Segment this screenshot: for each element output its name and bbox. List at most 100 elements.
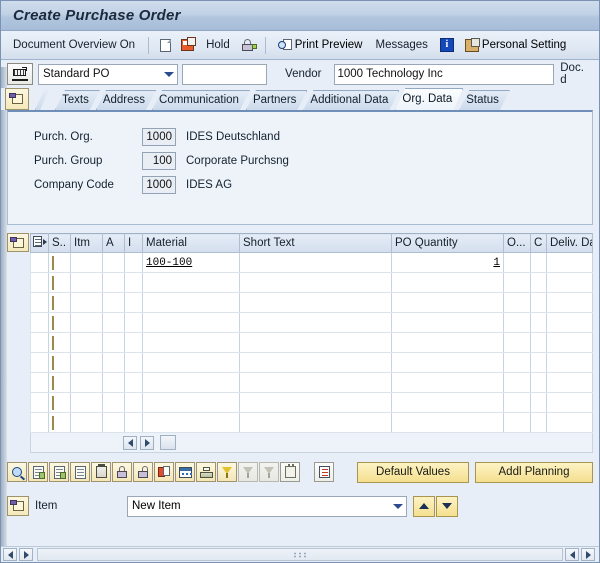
cell-i[interactable] xyxy=(124,312,143,333)
cell-po-quantity[interactable]: 1 xyxy=(391,252,504,273)
tab-partners[interactable]: Partners xyxy=(246,90,307,110)
column-header-itm[interactable]: Itm xyxy=(70,233,103,253)
scroll-left-end-icon[interactable] xyxy=(565,548,579,561)
cell-o[interactable] xyxy=(503,252,531,273)
cell-o[interactable] xyxy=(503,272,531,293)
cell-a[interactable] xyxy=(102,272,125,293)
table-row[interactable] xyxy=(30,372,593,393)
cell-deliv-date[interactable] xyxy=(546,292,593,313)
cell-short-text[interactable] xyxy=(239,372,392,393)
cell-o[interactable] xyxy=(503,332,531,353)
table-settings-icon[interactable] xyxy=(175,462,195,482)
item-detail-icon[interactable] xyxy=(7,233,29,252)
item-select[interactable]: New Item xyxy=(127,495,407,517)
row-selector[interactable] xyxy=(30,412,49,433)
cell-a[interactable] xyxy=(102,392,125,413)
cell-deliv-date[interactable] xyxy=(546,252,593,273)
cell-o[interactable] xyxy=(503,372,531,393)
cell-itm[interactable] xyxy=(70,412,103,433)
cell-po-quantity[interactable] xyxy=(391,292,504,313)
arrow-up-icon[interactable] xyxy=(413,495,435,517)
row-selector[interactable] xyxy=(30,372,49,393)
tab-texts[interactable]: Texts xyxy=(55,90,100,110)
copy-icon[interactable] xyxy=(178,37,196,54)
cell-a[interactable] xyxy=(102,352,125,373)
cell-i[interactable] xyxy=(124,252,143,273)
cell-itm[interactable] xyxy=(70,332,103,353)
cell-a[interactable] xyxy=(102,332,125,353)
purch-group-input[interactable]: 100 xyxy=(142,152,176,170)
cell-itm[interactable] xyxy=(70,272,103,293)
document-overview-button[interactable]: Document Overview On xyxy=(7,37,141,53)
scroll-left-icon[interactable] xyxy=(3,548,17,561)
table-row[interactable] xyxy=(30,312,593,333)
cell-short-text[interactable] xyxy=(239,412,392,433)
cell-a[interactable] xyxy=(102,312,125,333)
cell-po-quantity[interactable] xyxy=(391,332,504,353)
tab-communication[interactable]: Communication xyxy=(152,90,250,110)
cell-material[interactable] xyxy=(142,392,240,413)
cell-deliv-date[interactable] xyxy=(546,312,593,333)
cell-i[interactable] xyxy=(124,332,143,353)
cell-c[interactable] xyxy=(530,332,547,353)
cell-c[interactable] xyxy=(530,352,547,373)
cell-c[interactable] xyxy=(530,412,547,433)
shopping-cart-icon[interactable] xyxy=(7,63,33,85)
cell-short-text[interactable] xyxy=(239,292,392,313)
column-header-short-text[interactable]: Short Text xyxy=(239,233,392,253)
cell-short-text[interactable] xyxy=(239,312,392,333)
purch-org-input[interactable]: 1000 xyxy=(142,128,176,146)
po-number-input[interactable] xyxy=(182,63,268,85)
column-header-po-quantity[interactable]: PO Quantity xyxy=(391,233,504,253)
grid-horizontal-scrollbar[interactable] xyxy=(30,433,593,453)
cell-deliv-date[interactable] xyxy=(546,412,593,433)
cell-itm[interactable] xyxy=(70,392,103,413)
cell-short-text[interactable] xyxy=(239,392,392,413)
row-status-cell[interactable] xyxy=(48,272,71,293)
duplicate-icon[interactable] xyxy=(154,462,174,482)
cell-i[interactable] xyxy=(124,352,143,373)
cell-po-quantity[interactable] xyxy=(391,372,504,393)
po-type-select[interactable]: Standard PO xyxy=(38,63,179,85)
column-header-a[interactable]: A xyxy=(102,233,125,253)
lock-icon[interactable] xyxy=(240,37,258,54)
scroll-right-icon[interactable] xyxy=(19,548,33,561)
search-icon[interactable] xyxy=(7,462,27,482)
row-status-cell[interactable] xyxy=(48,372,71,393)
table-row[interactable] xyxy=(30,412,593,433)
cell-i[interactable] xyxy=(124,272,143,293)
lock-icon[interactable] xyxy=(112,462,132,482)
cell-a[interactable] xyxy=(102,412,125,433)
scroll-thumb[interactable] xyxy=(160,435,176,450)
cell-itm[interactable] xyxy=(70,352,103,373)
cell-o[interactable] xyxy=(503,312,531,333)
row-selector[interactable] xyxy=(30,252,49,273)
cell-a[interactable] xyxy=(102,252,125,273)
cell-short-text[interactable] xyxy=(239,252,392,273)
scroll-left-icon[interactable] xyxy=(123,435,137,450)
cell-po-quantity[interactable] xyxy=(391,272,504,293)
cell-i[interactable] xyxy=(124,412,143,433)
company-code-input[interactable]: 1000 xyxy=(142,176,176,194)
cell-c[interactable] xyxy=(530,392,547,413)
cell-po-quantity[interactable] xyxy=(391,412,504,433)
tab-status[interactable]: Status xyxy=(459,90,510,110)
cell-material[interactable] xyxy=(142,352,240,373)
cell-deliv-date[interactable] xyxy=(546,352,593,373)
cell-itm[interactable] xyxy=(70,372,103,393)
cell-itm[interactable] xyxy=(70,312,103,333)
delete-row-icon[interactable] xyxy=(49,462,69,482)
column-header-status[interactable]: S.. xyxy=(48,233,71,253)
cell-deliv-date[interactable] xyxy=(546,272,593,293)
cell-po-quantity[interactable] xyxy=(391,352,504,373)
print-preview-button[interactable]: Print Preview xyxy=(273,36,366,55)
row-selector[interactable] xyxy=(30,292,49,313)
insert-row-icon[interactable] xyxy=(28,462,48,482)
row-status-cell[interactable] xyxy=(48,312,71,333)
cell-short-text[interactable] xyxy=(239,352,392,373)
filter-icon[interactable] xyxy=(217,462,237,482)
cell-o[interactable] xyxy=(503,292,531,313)
row-status-cell[interactable] xyxy=(48,252,71,273)
column-header-deliv-date[interactable]: Deliv. Date xyxy=(546,233,593,253)
cell-o[interactable] xyxy=(503,392,531,413)
